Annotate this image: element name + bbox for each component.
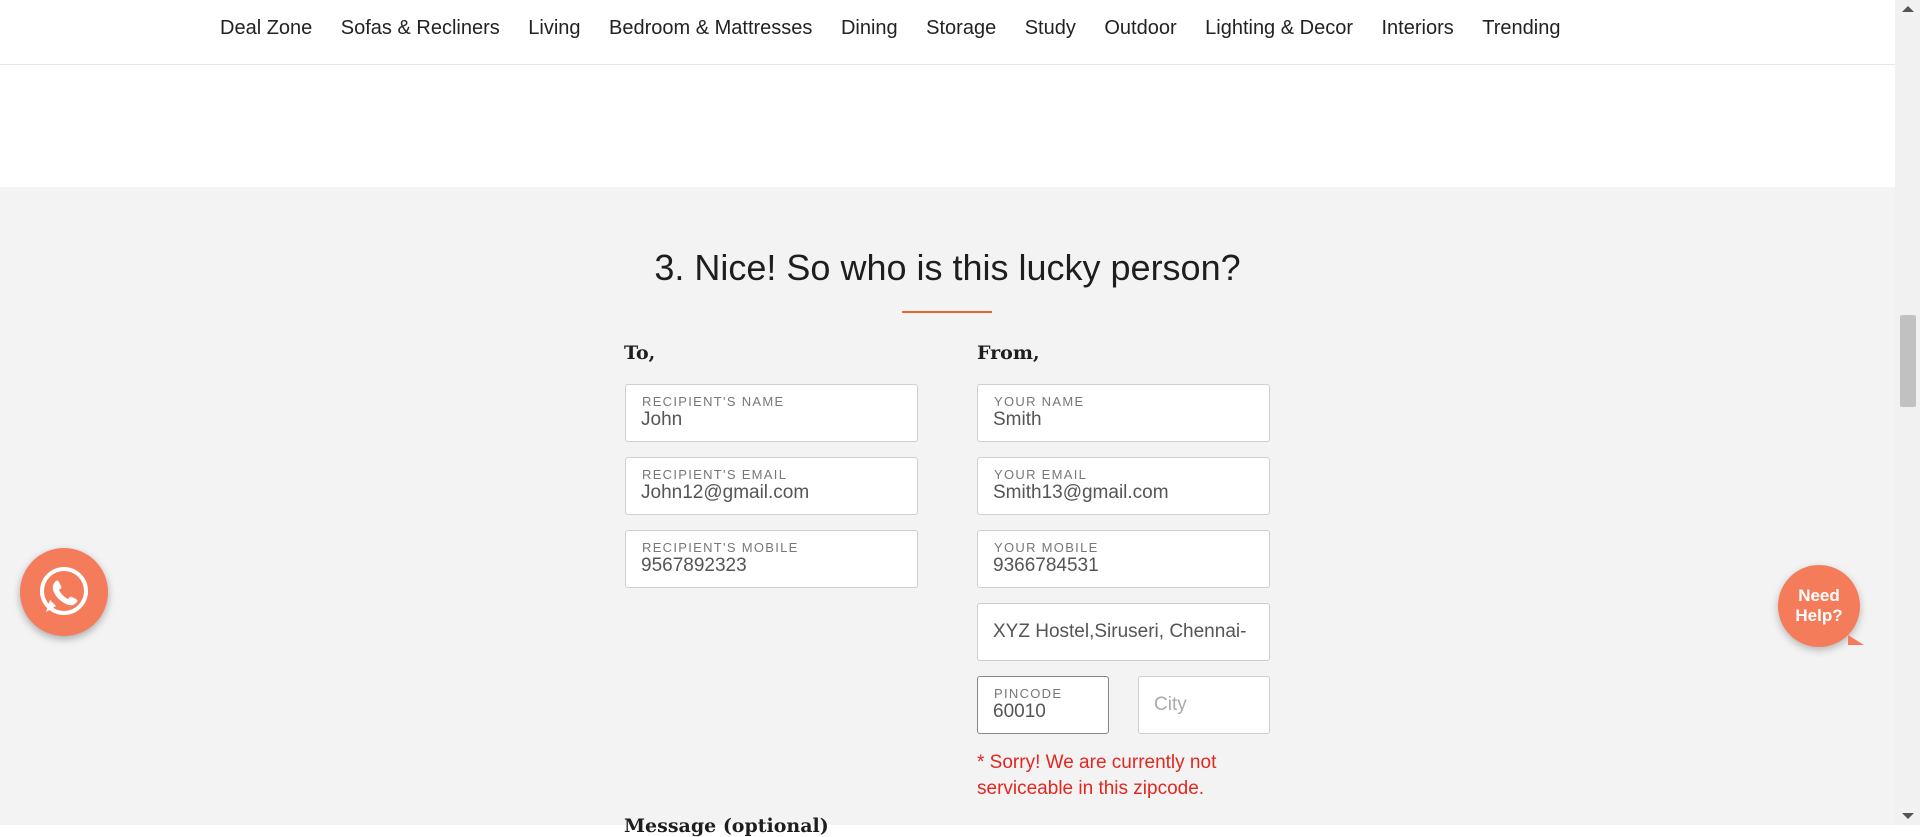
city-field[interactable]: City xyxy=(1138,676,1270,734)
message-label: Message (optional) xyxy=(624,815,829,837)
whatsapp-button[interactable] xyxy=(20,548,108,636)
nav-item-deal-zone[interactable]: Deal Zone xyxy=(220,17,312,40)
scrollbar-thumb[interactable] xyxy=(1900,315,1916,407)
sender-email-label: YOUR EMAIL xyxy=(994,467,1088,482)
recipient-name-value: John xyxy=(641,409,683,430)
scroll-up-arrow-icon[interactable] xyxy=(1902,6,1914,12)
need-help-button[interactable]: Need Help? xyxy=(1778,565,1864,647)
sender-address-value: XYZ Hostel,Siruseri, Chennai- xyxy=(993,621,1247,642)
recipient-mobile-field[interactable]: RECIPIENT'S MOBILE 9567892323 xyxy=(625,530,918,588)
heading-underline xyxy=(902,311,992,313)
nav-item-lighting-decor[interactable]: Lighting & Decor xyxy=(1205,17,1353,40)
recipient-mobile-label: RECIPIENT'S MOBILE xyxy=(642,540,799,555)
sender-mobile-field[interactable]: YOUR MOBILE 9366784531 xyxy=(977,530,1270,588)
speech-bubble-tail xyxy=(1848,635,1864,645)
scroll-down-arrow-icon[interactable] xyxy=(1902,813,1914,819)
pincode-field[interactable]: PINCODE 60010 xyxy=(977,676,1109,734)
city-placeholder: City xyxy=(1154,694,1187,715)
section-heading: 3. Nice! So who is this lucky person? xyxy=(654,247,1241,288)
sender-name-field[interactable]: YOUR NAME Smith xyxy=(977,384,1270,442)
nav-item-sofas-recliners[interactable]: Sofas & Recliners xyxy=(341,17,500,40)
recipient-email-label: RECIPIENT'S EMAIL xyxy=(642,467,788,482)
top-navigation: Deal Zone Sofas & Recliners Living Bedro… xyxy=(0,0,1895,65)
sender-mobile-value: 9366784531 xyxy=(993,555,1099,576)
sender-email-value: Smith13@gmail.com xyxy=(993,482,1169,503)
to-label: To, xyxy=(624,342,656,364)
nav-menu: Deal Zone Sofas & Recliners Living Bedro… xyxy=(220,17,1589,40)
nav-item-outdoor[interactable]: Outdoor xyxy=(1104,17,1176,40)
spacer xyxy=(0,65,1895,187)
nav-item-storage[interactable]: Storage xyxy=(926,17,996,40)
sender-name-label: YOUR NAME xyxy=(994,394,1085,409)
nav-item-study[interactable]: Study xyxy=(1025,17,1076,40)
nav-item-interiors[interactable]: Interiors xyxy=(1382,17,1454,40)
recipient-email-field[interactable]: RECIPIENT'S EMAIL John12@gmail.com xyxy=(625,457,918,515)
recipient-name-field[interactable]: RECIPIENT'S NAME John xyxy=(625,384,918,442)
sender-name-value: Smith xyxy=(993,409,1042,430)
need-help-line1: Need xyxy=(1798,586,1840,605)
nav-item-dining[interactable]: Dining xyxy=(841,17,898,40)
sender-email-field[interactable]: YOUR EMAIL Smith13@gmail.com xyxy=(977,457,1270,515)
sender-mobile-label: YOUR MOBILE xyxy=(994,540,1099,555)
pincode-label: PINCODE xyxy=(994,686,1063,701)
from-label: From, xyxy=(977,342,1040,364)
sender-address-field[interactable]: XYZ Hostel,Siruseri, Chennai- xyxy=(977,603,1270,661)
recipient-mobile-value: 9567892323 xyxy=(641,555,747,576)
pincode-value: 60010 xyxy=(993,701,1046,722)
nav-item-living[interactable]: Living xyxy=(528,17,580,40)
whatsapp-icon xyxy=(40,567,88,615)
recipient-name-label: RECIPIENT'S NAME xyxy=(642,394,785,409)
need-help-line2: Help? xyxy=(1795,606,1843,625)
recipient-email-value: John12@gmail.com xyxy=(641,482,810,503)
pincode-error-message: * Sorry! We are currently not serviceabl… xyxy=(977,752,1217,799)
page-scrollbar[interactable] xyxy=(1895,0,1920,825)
gift-recipient-section: 3. Nice! So who is this lucky person? To… xyxy=(0,187,1895,837)
nav-item-bedroom-mattresses[interactable]: Bedroom & Mattresses xyxy=(609,17,812,40)
nav-item-trending[interactable]: Trending xyxy=(1482,17,1560,40)
